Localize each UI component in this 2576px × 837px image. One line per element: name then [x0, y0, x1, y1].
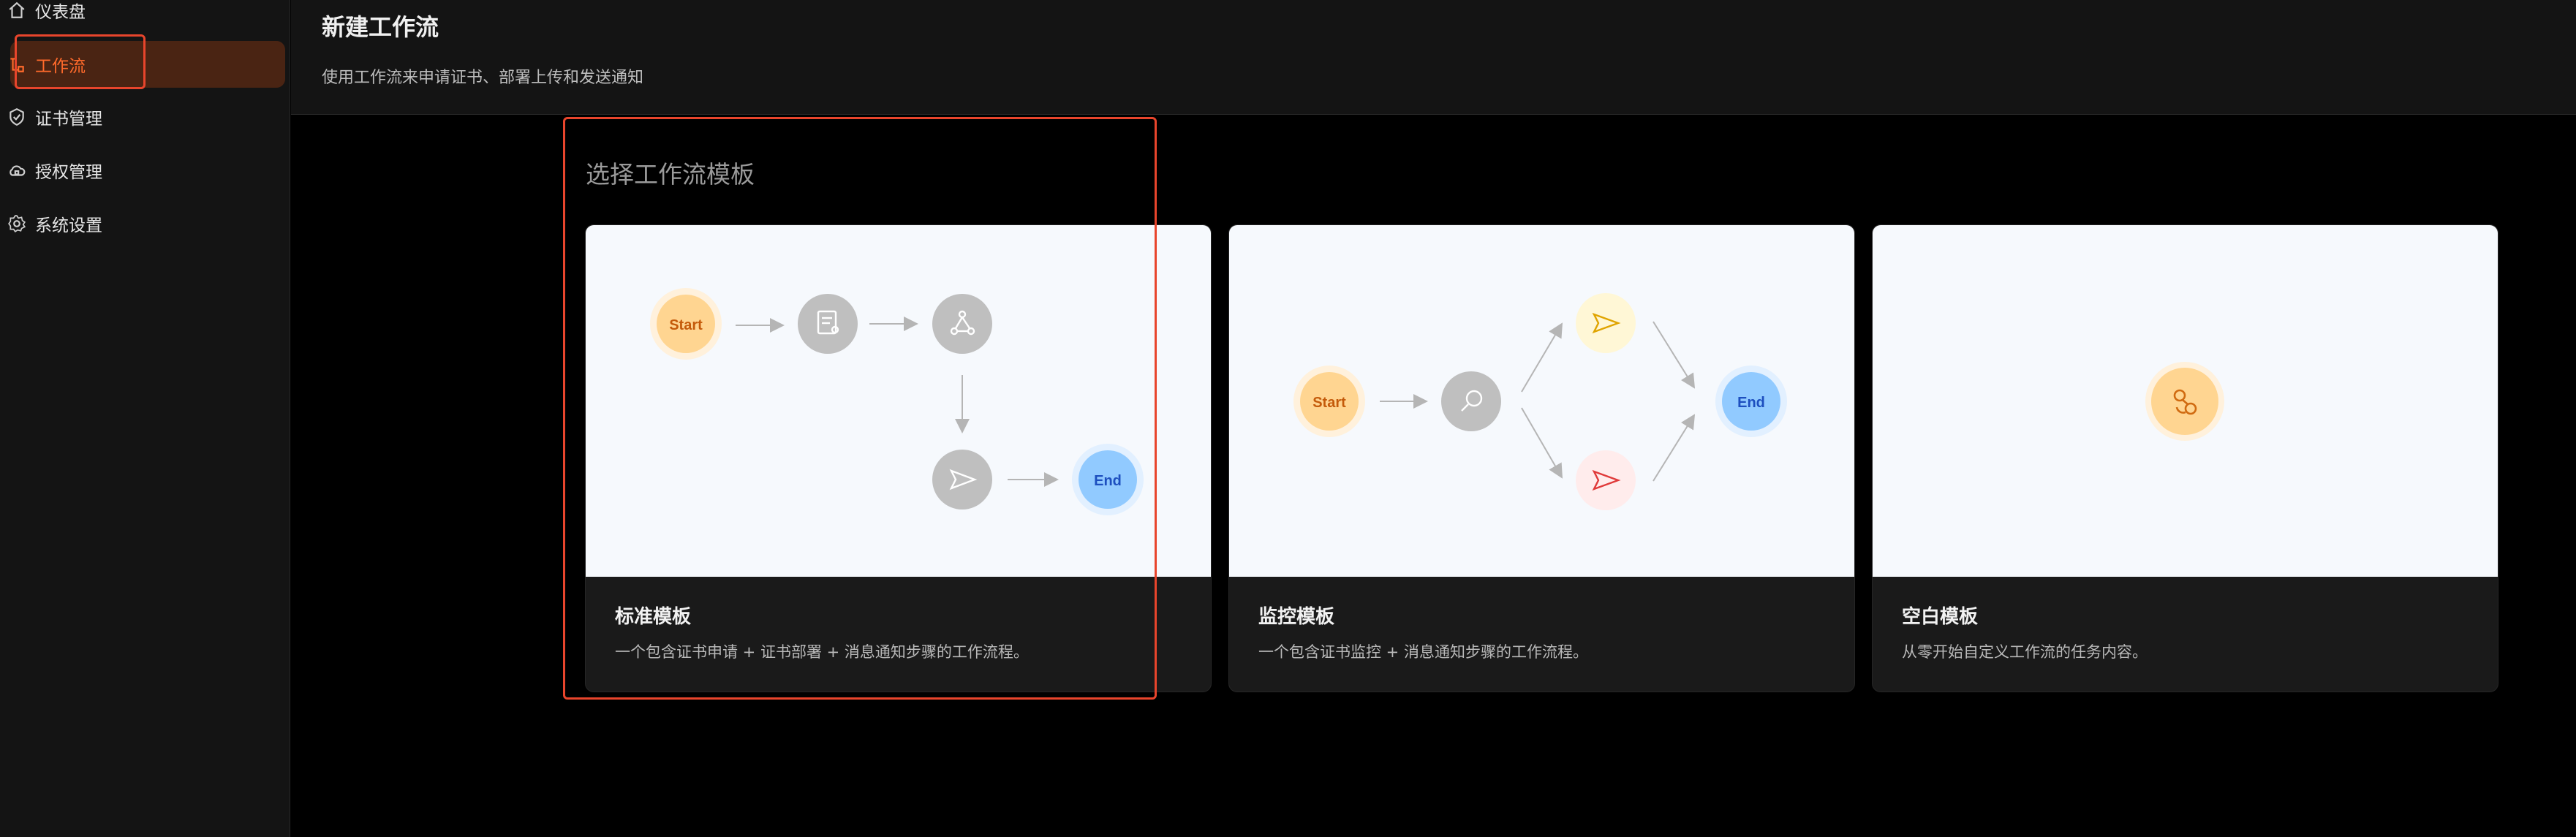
template-card-blank[interactable]: 空白模板 从零开始自定义工作流的任务内容。: [1872, 224, 2498, 692]
home-icon: [9, 1, 25, 18]
sidebar-item-label: 证书管理: [35, 110, 102, 129]
template-preview: Start End: [1229, 225, 1854, 577]
notify-node-red: [1576, 450, 1636, 510]
monitor-node: [1441, 371, 1501, 431]
sidebar-item-certificates[interactable]: 证书管理: [0, 94, 290, 140]
highlight-box-workflow: [15, 34, 146, 89]
highlight-box-standard-template: [563, 117, 1157, 700]
page-header: [291, 0, 2576, 115]
notify-node-yellow: [1576, 293, 1636, 353]
gear-icon: [8, 215, 26, 233]
sidebar-item-dashboard[interactable]: 仪表盘: [0, 0, 290, 34]
cloud-lock-icon: [10, 165, 26, 176]
sidebar-item-label: 授权管理: [35, 163, 102, 182]
sidebar-item-authorization[interactable]: 授权管理: [0, 147, 290, 194]
workflow-diagram: Start End: [1293, 293, 1787, 510]
page-title: 新建工作流: [322, 13, 439, 41]
template-description: 从零开始自定义工作流的任务内容。: [1902, 643, 2148, 661]
sidebar: 仪表盘 工作流 证书管理 授权管理 系统设置: [0, 0, 290, 837]
end-label: End: [1737, 395, 1765, 411]
start-label: Start: [1312, 395, 1346, 411]
sidebar-item-label: 仪表盘: [35, 3, 86, 22]
template-description: 一个包含证书监控 + 消息通知步骤的工作流程。: [1258, 643, 1588, 661]
sidebar-item-settings[interactable]: 系统设置: [0, 200, 290, 247]
template-preview: [1873, 225, 2498, 577]
workflow-diagram: [2145, 362, 2224, 441]
template-title: 监控模板: [1258, 606, 1335, 628]
template-card-monitor[interactable]: Start End 监控模板 一个包含证书监控 + 消息通知步骤的工作流程。: [1228, 224, 1855, 692]
page-description: 使用工作流来申请证书、部署上传和发送通知: [322, 69, 644, 87]
template-title: 空白模板: [1902, 606, 1979, 628]
sidebar-item-label: 系统设置: [35, 216, 102, 235]
shield-icon: [10, 107, 24, 126]
